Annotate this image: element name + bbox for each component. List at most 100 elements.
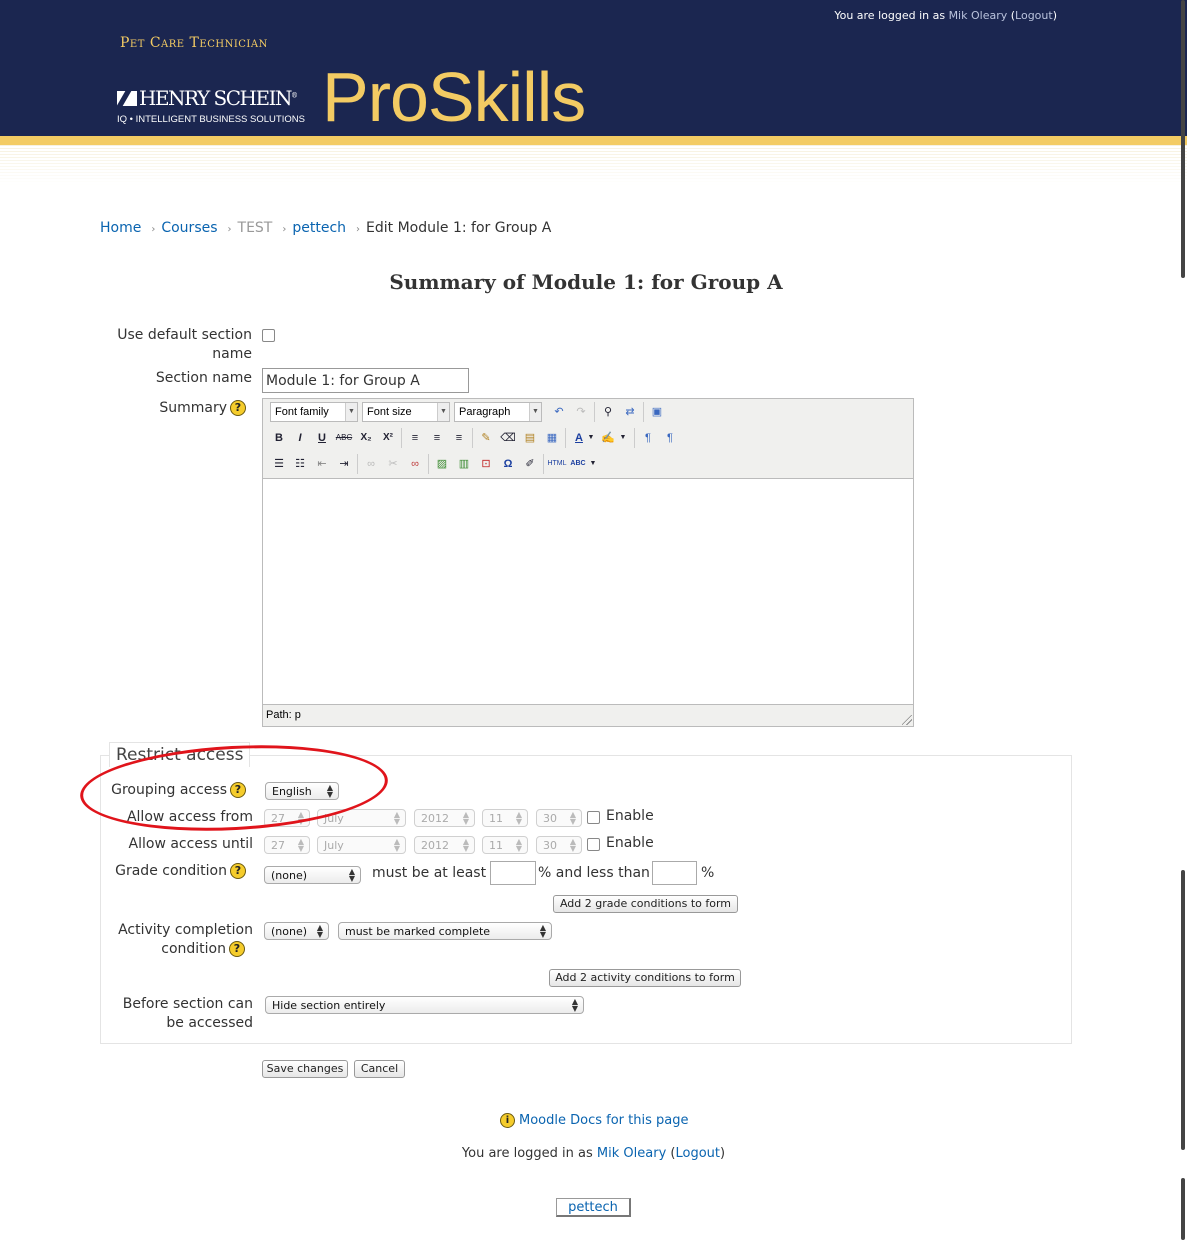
from-day-select[interactable]: 27 ▲ ▼ [264, 809, 310, 827]
chevron-down-icon[interactable]: ▼ [588, 454, 598, 474]
redo-icon[interactable]: ↷ [571, 402, 591, 422]
fullscreen-icon[interactable]: ▣ [647, 402, 667, 422]
toolbar-separator [543, 454, 544, 474]
toolbar-separator [401, 428, 402, 448]
font-size-select[interactable]: Font size ▼ [362, 402, 450, 422]
until-month-select[interactable]: July ▲ ▼ [317, 836, 406, 854]
footer-user-link[interactable]: Mik Oleary [597, 1146, 666, 1161]
search-icon[interactable]: ⚲ [598, 402, 618, 422]
eraser-icon[interactable]: ⌫ [498, 428, 518, 448]
chevron-down-icon: ▼ [529, 403, 541, 421]
unlink-icon[interactable]: ✂ [383, 454, 403, 474]
add-activity-conditions-button[interactable]: Add 2 activity conditions to form [549, 969, 741, 987]
add-grade-conditions-button[interactable]: Add 2 grade conditions to form [553, 895, 738, 913]
chevron-down-icon[interactable]: ▼ [618, 428, 628, 448]
link-icon[interactable]: ∞ [361, 454, 381, 474]
save-changes-button[interactable]: Save changes [262, 1060, 348, 1078]
from-enable-checkbox[interactable] [587, 811, 600, 824]
company-name: HENRY SCHEIN [139, 86, 293, 110]
section-name-input[interactable] [262, 368, 469, 393]
numbered-list-icon[interactable]: ☷ [290, 454, 310, 474]
toolbar-separator [565, 428, 566, 448]
anchor-icon[interactable]: ∞ [405, 454, 425, 474]
superscript-button[interactable]: X² [378, 428, 398, 448]
from-hour-select[interactable]: 11 ▲ ▼ [482, 809, 528, 827]
paste-word-icon[interactable]: ▦ [542, 428, 562, 448]
breadcrumb-pettech[interactable]: pettech [292, 220, 346, 236]
scrollbar-thumb-top[interactable] [1181, 0, 1185, 278]
cleanup-icon[interactable]: ✎ [476, 428, 496, 448]
replace-icon[interactable]: ⇄ [620, 402, 640, 422]
breadcrumb-courses[interactable]: Courses [161, 220, 217, 236]
media-icon[interactable]: ▥ [454, 454, 474, 474]
cancel-button[interactable]: Cancel [354, 1060, 405, 1078]
italic-button[interactable]: I [290, 428, 310, 448]
align-center-icon[interactable]: ≡ [427, 428, 447, 448]
scrollbar-thumb[interactable] [1181, 870, 1185, 1150]
special-char-icon[interactable]: Ω [498, 454, 518, 474]
until-enable-checkbox[interactable] [587, 838, 600, 851]
grouping-access-select[interactable]: English ▲ ▼ [265, 782, 339, 800]
header-user-link[interactable]: Mik Oleary [949, 9, 1008, 22]
align-left-icon[interactable]: ≡ [405, 428, 425, 448]
nonbreaking-icon[interactable]: ⊡ [476, 454, 496, 474]
grade-max-input[interactable] [652, 861, 697, 885]
rtl-icon[interactable]: ¶ [660, 428, 680, 448]
page-title: Summary of Module 1: for Group A [389, 270, 783, 294]
until-hour-select[interactable]: 11 ▲ ▼ [482, 836, 528, 854]
activity-select[interactable]: (none) ▲ ▼ [264, 922, 329, 940]
program-title: Pet Care Technician [120, 35, 268, 51]
undo-icon[interactable]: ↶ [549, 402, 569, 422]
indent-icon[interactable]: ⇥ [334, 454, 354, 474]
breadcrumb-home[interactable]: Home [100, 220, 141, 236]
product-logo[interactable]: ProSkills [322, 62, 586, 132]
underline-button[interactable]: U [312, 428, 332, 448]
bold-button[interactable]: B [269, 428, 289, 448]
font-family-select[interactable]: Font family ▼ [270, 402, 358, 422]
image-icon[interactable]: ▨ [432, 454, 452, 474]
ltr-icon[interactable]: ¶ [638, 428, 658, 448]
editor-content-area[interactable] [263, 478, 913, 705]
restrict-access-legend[interactable]: Restrict access [109, 742, 251, 767]
breadcrumb-separator: › [282, 224, 287, 235]
editor-resize-handle[interactable] [902, 715, 912, 725]
paste-icon[interactable]: ▤ [520, 428, 540, 448]
edit-icon[interactable]: ✐ [520, 454, 540, 474]
page-scrollbar[interactable] [1179, 0, 1187, 1240]
grade-item-select[interactable]: (none) ▲ ▼ [264, 866, 361, 884]
before-section-select[interactable]: Hide section entirely ▲ ▼ [265, 996, 584, 1014]
align-right-icon[interactable]: ≡ [449, 428, 469, 448]
allow-from-label: Allow access from [126, 809, 253, 825]
toolbar-separator [428, 454, 429, 474]
grade-min-input[interactable] [490, 861, 536, 885]
course-home-button[interactable]: pettech [556, 1198, 631, 1217]
highlight-icon[interactable]: ✍ [598, 428, 618, 448]
from-year-select[interactable]: 2012 ▲ ▼ [414, 809, 475, 827]
grouping-help-icon[interactable]: ? [230, 782, 246, 798]
breadcrumb-separator: › [227, 224, 232, 235]
from-minute-select[interactable]: 30 ▲ ▼ [536, 809, 582, 827]
spellcheck-button[interactable]: ABC [568, 454, 588, 474]
subscript-button[interactable]: X₂ [356, 428, 376, 448]
until-day-select[interactable]: 27 ▲ ▼ [264, 836, 310, 854]
bullet-list-icon[interactable]: ☰ [269, 454, 289, 474]
outdent-icon[interactable]: ⇤ [312, 454, 332, 474]
activity-state-select[interactable]: must be marked complete ▲ ▼ [338, 922, 552, 940]
chevron-down-icon[interactable]: ▼ [586, 428, 596, 448]
scrollbar-thumb-bottom[interactable] [1181, 1178, 1185, 1240]
use-default-checkbox[interactable] [262, 329, 275, 342]
from-month-select[interactable]: July ▲ ▼ [317, 809, 406, 827]
breadcrumb-separator: › [356, 224, 361, 235]
summary-help-icon[interactable]: ? [230, 400, 246, 416]
header-logout-link[interactable]: Logout [1015, 9, 1053, 22]
grade-help-icon[interactable]: ? [230, 863, 246, 879]
moodle-docs-link[interactable]: Moodle Docs for this page [519, 1113, 688, 1128]
until-year-select[interactable]: 2012 ▲ ▼ [414, 836, 475, 854]
until-minute-select[interactable]: 30 ▲ ▼ [536, 836, 582, 854]
format-select[interactable]: Paragraph ▼ [454, 402, 542, 422]
activity-help-icon[interactable]: ? [229, 941, 245, 957]
html-source-button[interactable]: HTML [547, 454, 567, 474]
strikethrough-button[interactable]: ABC [334, 428, 354, 448]
footer-logout-link[interactable]: Logout [675, 1146, 720, 1161]
use-default-label: Use default section name [117, 327, 252, 362]
